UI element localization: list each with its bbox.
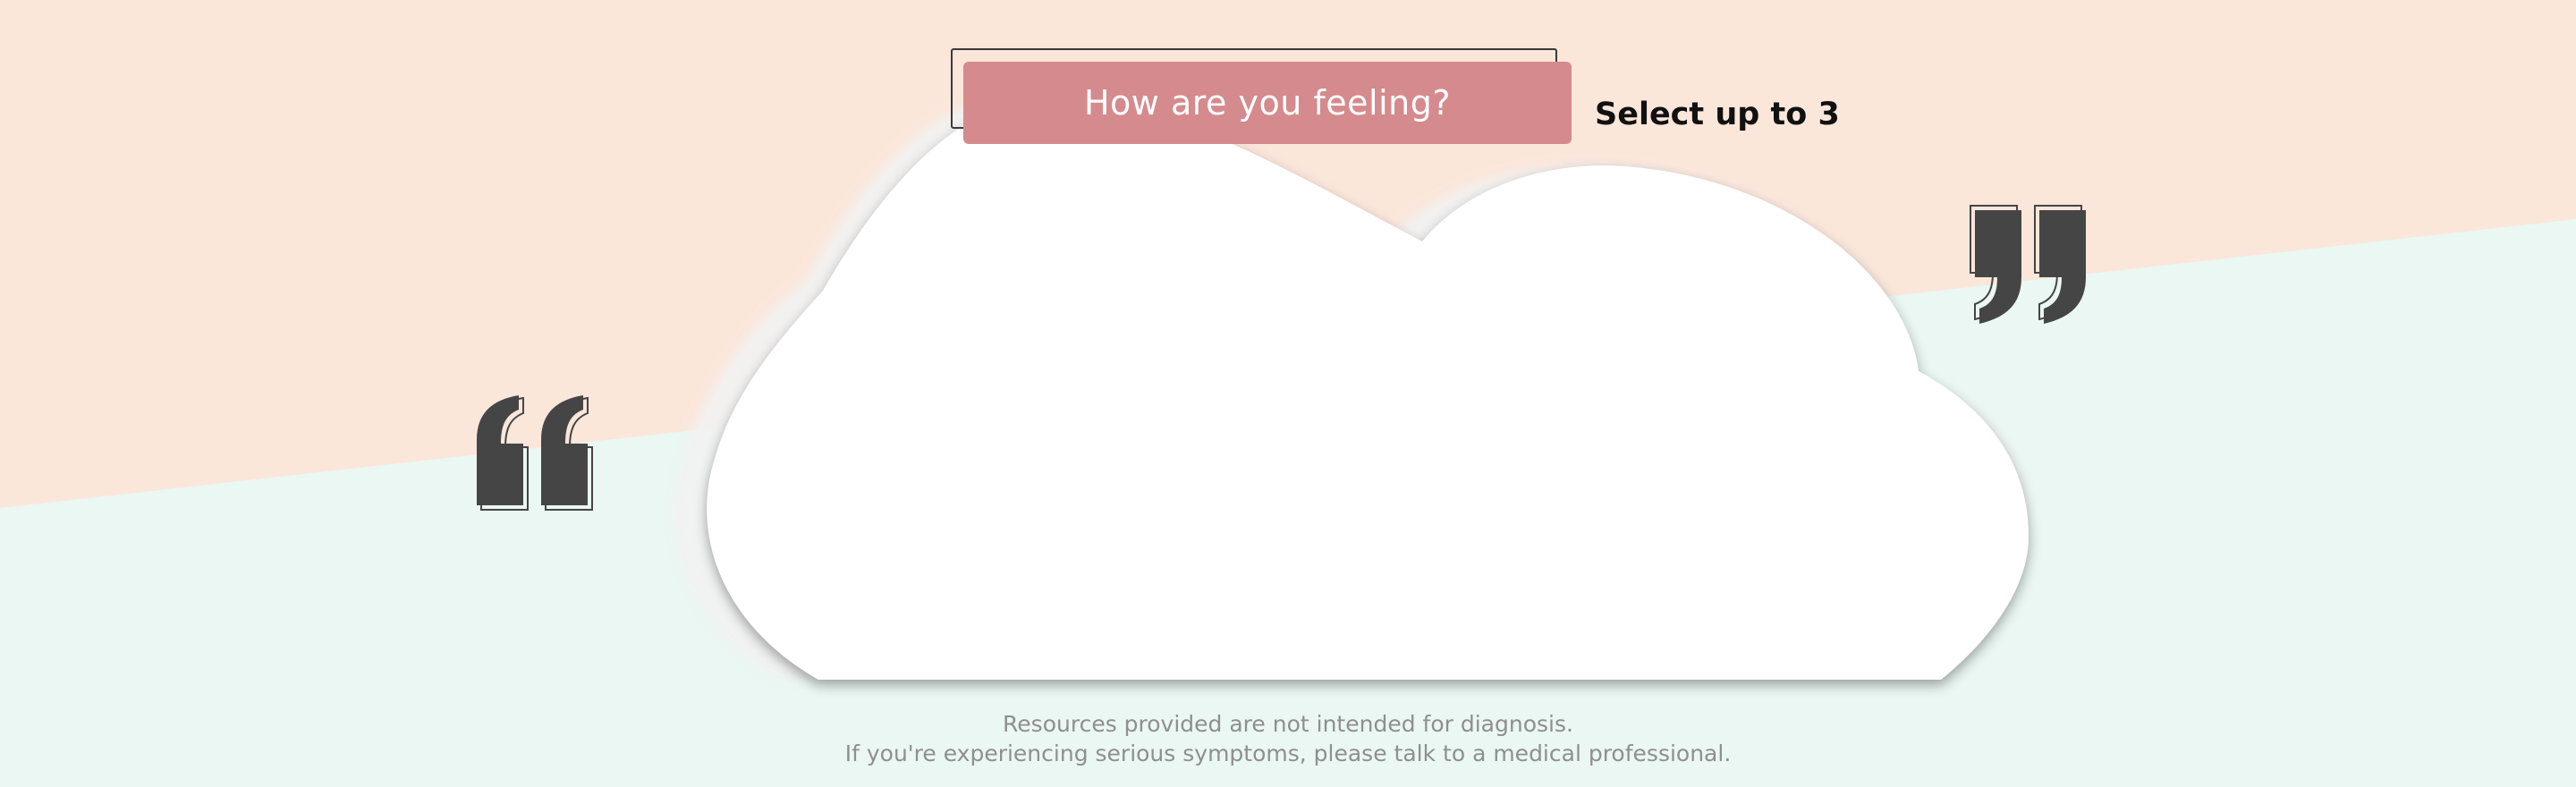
close-quote-icon xyxy=(1970,205,2086,324)
question-title-text: How are you feeling? xyxy=(1083,83,1452,123)
select-limit-hint: Select up to 3 xyxy=(1595,97,1840,132)
open-quote-icon xyxy=(477,395,593,511)
disclaimer-line-2: If you're experiencing serious symptoms,… xyxy=(844,740,1732,766)
disclaimer-line-1: Resources provided are not intended for … xyxy=(1003,711,1573,737)
cloud-shape xyxy=(707,98,2029,680)
question-title: How are you feeling? xyxy=(963,62,1572,144)
